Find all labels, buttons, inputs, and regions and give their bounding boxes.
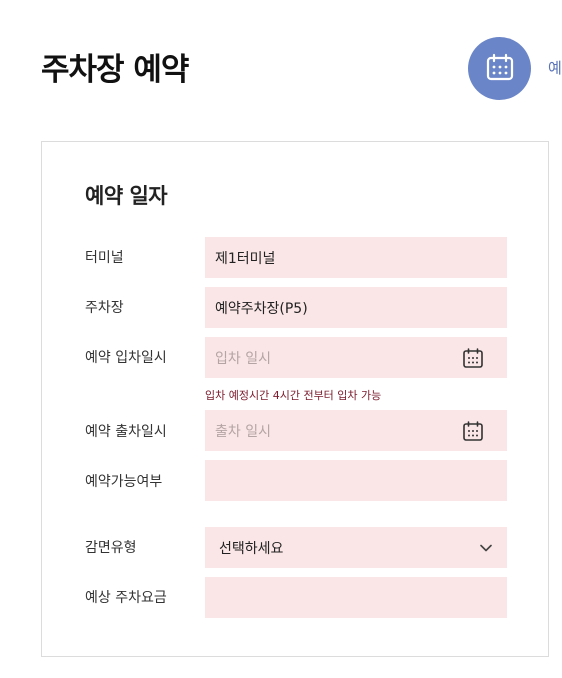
availability-field	[205, 460, 507, 501]
parking-reservation-page: 주차장 예약 예 예약 일자 터미널 제1터미널 주차장 예약주차장(P5) 예…	[0, 0, 562, 678]
estimated-fee-label: 예상 주차요금	[85, 590, 167, 606]
parking-value: 예약주차장(P5)	[215, 300, 308, 317]
exit-datetime-placeholder: 출차 일시	[215, 423, 271, 440]
discount-type-select[interactable]: 선택하세요	[205, 527, 507, 568]
calendar-icon[interactable]	[461, 346, 485, 370]
calendar-icon[interactable]	[461, 419, 485, 443]
chevron-down-icon	[478, 540, 494, 556]
exit-datetime-label: 예약 출차일시	[85, 424, 167, 440]
terminal-label: 터미널	[85, 250, 124, 266]
step-label: 예	[548, 59, 562, 77]
entry-datetime-field[interactable]: 입차 일시	[205, 337, 507, 378]
estimated-fee-field	[205, 577, 507, 618]
section-title: 예약 일자	[85, 184, 168, 208]
entry-datetime-label: 예약 입차일시	[85, 350, 167, 366]
entry-notice: 입차 예정시간 4시간 전부터 입차 가능	[205, 389, 382, 402]
exit-datetime-field[interactable]: 출차 일시	[205, 410, 507, 451]
terminal-value: 제1터미널	[215, 250, 276, 267]
terminal-field[interactable]: 제1터미널	[205, 237, 507, 278]
page-title: 주차장 예약	[41, 52, 189, 88]
availability-label: 예약가능여부	[85, 474, 163, 490]
discount-type-label: 감면유형	[85, 540, 137, 556]
discount-type-selected: 선택하세요	[219, 540, 284, 557]
reservation-date-card: 예약 일자 터미널 제1터미널 주차장 예약주차장(P5) 예약 입차일시 입차…	[41, 141, 549, 657]
parking-field[interactable]: 예약주차장(P5)	[205, 287, 507, 328]
step-indicator	[468, 37, 531, 100]
calendar-icon	[485, 52, 515, 86]
parking-label: 주차장	[85, 300, 124, 316]
entry-datetime-placeholder: 입차 일시	[215, 350, 271, 367]
